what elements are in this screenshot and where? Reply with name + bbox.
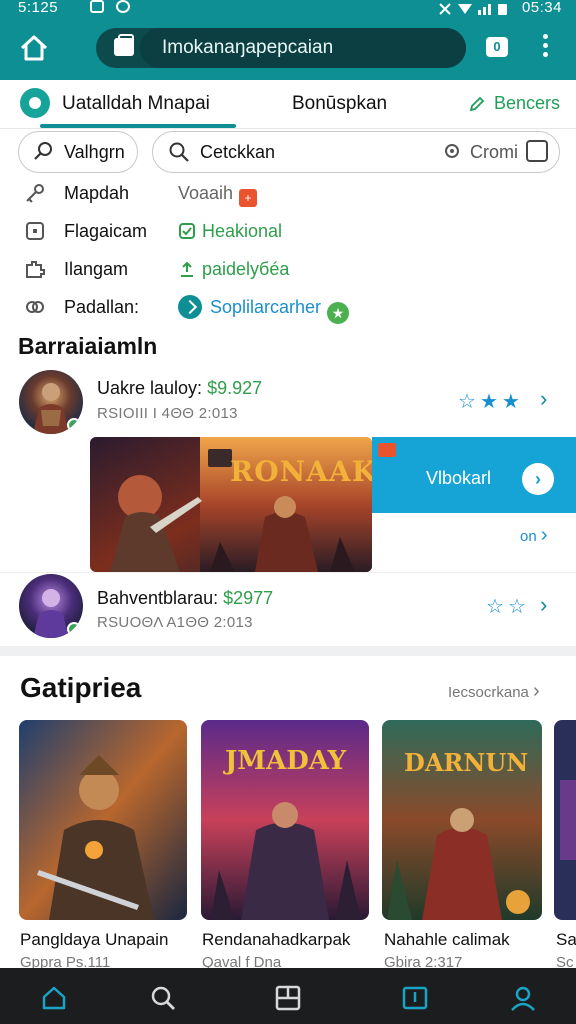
location-icon <box>445 144 459 158</box>
banner-small-link-text: on <box>520 528 537 545</box>
section-title: Barraiaiamln <box>18 333 158 359</box>
tab-icon[interactable] <box>114 34 134 56</box>
banner-image[interactable]: RONAAK <box>90 437 372 572</box>
info-value-1: Voaaih + <box>178 183 258 207</box>
game-card[interactable]: JMADAY <box>201 720 369 920</box>
game-card-name[interactable]: Pangldaya Unapain <box>20 930 168 950</box>
link-icon <box>26 301 44 313</box>
game-card-name[interactable]: Rendanahadkarpak <box>202 930 350 950</box>
game-card[interactable] <box>554 720 576 920</box>
info-label-3: Ilangam <box>64 259 129 279</box>
listing-title-text: Bahventblarau: <box>97 588 219 608</box>
menu-kebab-icon[interactable] <box>536 34 554 64</box>
gallery-see-more-text: Iecsocrkana <box>448 684 529 701</box>
signal-wifi-battery-icon <box>439 3 507 15</box>
verified-icon <box>178 295 202 319</box>
chevron-right-icon: › <box>533 680 540 702</box>
tabs-icon[interactable] <box>274 984 302 1012</box>
tab-main[interactable]: Uatalldah Mnapai <box>62 93 210 115</box>
listing-price: $9.927 <box>207 378 263 398</box>
listing-title[interactable]: Uakre lauloy: $9.927 <box>97 378 262 399</box>
game-card-name[interactable]: Sa <box>556 930 576 950</box>
info-value-2[interactable]: Heakional <box>178 221 282 242</box>
puzzle-icon <box>26 261 45 278</box>
notification-icon <box>90 0 104 13</box>
star-outline-icon: ☆ <box>486 596 508 618</box>
chevron-right-icon[interactable]: › <box>540 386 547 412</box>
avatar[interactable] <box>19 574 83 638</box>
star-filled-icon: ★ <box>501 391 524 413</box>
info-label-2: Flagaicam <box>64 221 148 241</box>
url-text[interactable]: Imokanaŋapepcaian <box>162 37 333 59</box>
tab-count-button[interactable]: 0 <box>486 37 508 57</box>
game-card-name[interactable]: Nahahle calimak <box>384 930 510 950</box>
info-value-3[interactable]: paidelyбéa <box>178 259 289 280</box>
profile-icon[interactable] <box>509 984 537 1012</box>
gallery-see-more[interactable]: Iecsocrkana › <box>448 680 540 703</box>
card-game-title: JMADAY <box>225 746 347 776</box>
status-bar: 5:125 05:34 <box>0 0 576 18</box>
game-card-image <box>554 720 576 920</box>
calendar-icon[interactable] <box>526 140 548 162</box>
online-status-icon <box>67 418 81 432</box>
section-divider <box>0 646 576 656</box>
info-value-2-text: Heakional <box>202 221 283 241</box>
online-status-icon <box>67 622 81 636</box>
search-side-label[interactable]: Cromi <box>470 142 518 163</box>
banner-cta-text[interactable]: Vlbokarl <box>426 468 491 489</box>
star-badge-icon: ★ <box>327 302 350 324</box>
search-icon <box>169 142 189 162</box>
avatar[interactable] <box>19 370 83 434</box>
list-divider <box>0 572 576 573</box>
key-icon <box>26 184 44 203</box>
app-notification-icon <box>116 0 130 13</box>
gallery-title: Gatipriea <box>20 672 142 703</box>
chevron-right-icon[interactable]: › <box>540 592 547 618</box>
app-logo-icon <box>20 88 50 118</box>
share-icon <box>181 261 193 277</box>
tab-edit[interactable]: Bencers <box>468 93 560 114</box>
rating-stars: ☆☆ <box>486 594 530 619</box>
game-card-image <box>19 720 187 920</box>
info-value-1-text: Voaaih <box>178 183 234 203</box>
check-square-icon <box>179 223 195 239</box>
search-icon[interactable] <box>149 984 177 1012</box>
listing-meta: RSIOIII Ι 4ΘΘ 2:013 <box>97 405 238 422</box>
status-time-left: 5:125 <box>18 0 59 16</box>
game-card[interactable] <box>19 720 187 920</box>
chevron-right-icon: › <box>540 524 548 546</box>
listing-meta: RSUOΘΛ Α1ΘΘ 2:013 <box>97 614 253 631</box>
star-filled-icon: ★ <box>479 391 502 413</box>
info-value-4[interactable]: Soplilarcarher ★ <box>178 295 350 324</box>
banner-arrow-button[interactable]: › <box>522 463 554 495</box>
info-value-4-text: Soplilarcarher <box>210 297 322 317</box>
search-value[interactable]: Cetckkan <box>200 142 275 163</box>
tab-secondary[interactable]: Bonūspkan <box>292 93 387 115</box>
listing-price: $2977 <box>223 588 274 608</box>
listing-title-text: Uakre lauloy: <box>97 378 203 398</box>
rating-stars: ☆★★ <box>458 389 524 414</box>
star-outline-icon: ☆ <box>507 596 530 618</box>
tab-divider <box>0 128 576 129</box>
game-card[interactable]: DARNUN <box>382 720 542 920</box>
star-outline-icon: ☆ <box>458 391 480 413</box>
listing-title[interactable]: Bahventblarau: $2977 <box>97 588 273 609</box>
tab-edit-label: Bencers <box>494 93 561 113</box>
status-time-right: 05:34 <box>521 0 562 16</box>
info-label-4: Padallan: <box>64 297 140 317</box>
search-icon <box>34 142 52 160</box>
banner-icon <box>378 443 396 457</box>
banner-game-title: RONAAK <box>230 455 372 488</box>
info-label-1: Mapdah <box>64 183 130 203</box>
square-icon <box>26 222 44 240</box>
home-icon[interactable] <box>40 984 68 1012</box>
filter-chip-label: Valhgrn <box>64 142 125 162</box>
info-value-3-text: paidelyбéa <box>202 259 290 279</box>
card-game-title: DARNUN <box>404 748 529 777</box>
library-icon[interactable] <box>401 984 429 1012</box>
home-icon[interactable] <box>18 32 50 64</box>
red-badge-icon: + <box>239 189 258 207</box>
banner-small-link[interactable]: on › <box>520 524 548 547</box>
